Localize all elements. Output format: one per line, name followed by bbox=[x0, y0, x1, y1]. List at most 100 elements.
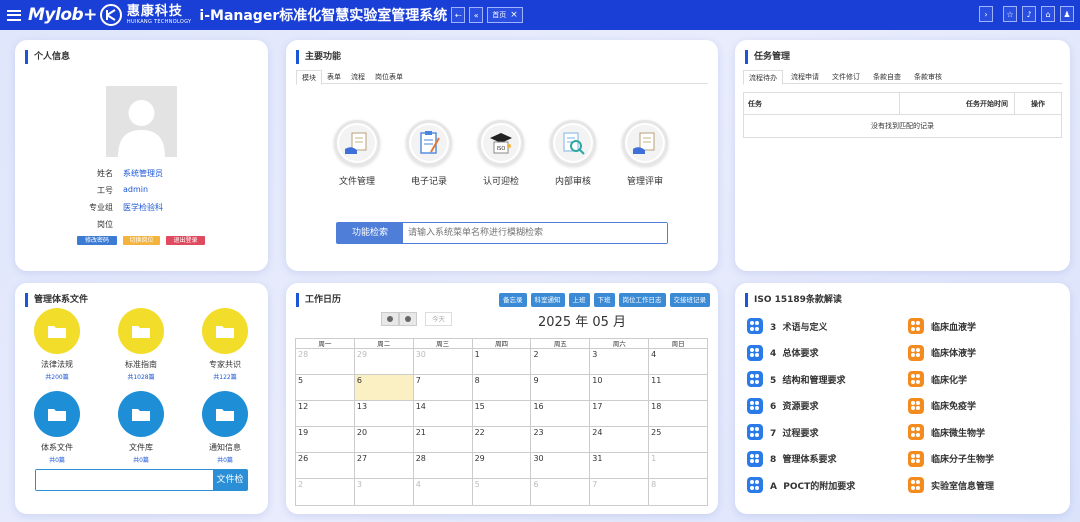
calendar-day[interactable]: 24 bbox=[590, 427, 650, 452]
iso-clause-left[interactable]: A POCT的附加要求 bbox=[747, 477, 855, 493]
bell-icon[interactable]: ♪ bbox=[1022, 6, 1036, 22]
iso-clause-right[interactable]: 临床微生物学 bbox=[908, 424, 985, 440]
tab-apply[interactable]: 流程申请 bbox=[786, 70, 824, 83]
calendar-day-today[interactable]: 6 bbox=[354, 375, 414, 400]
today-button[interactable]: 今天 bbox=[425, 312, 452, 326]
logout-button[interactable]: 退出登录 bbox=[166, 236, 205, 245]
internal-audit-button[interactable]: 内部审核 bbox=[548, 120, 598, 187]
calendar-day[interactable]: 28 bbox=[414, 453, 473, 478]
column-header[interactable]: 操作 bbox=[1015, 93, 1061, 114]
doc-library[interactable]: 文件库 共0篇 bbox=[111, 391, 171, 464]
tab-process[interactable]: 流程 bbox=[346, 70, 370, 83]
calendar-day[interactable]: 27 bbox=[355, 453, 414, 478]
calendar-day[interactable]: 29 bbox=[355, 349, 414, 374]
calendar-day[interactable]: 7 bbox=[414, 375, 473, 400]
calendar-day[interactable]: 15 bbox=[473, 401, 532, 426]
doc-laws[interactable]: 法律法规 共200篇 bbox=[27, 308, 87, 381]
calendar-day[interactable]: 1 bbox=[649, 453, 707, 478]
home-icon[interactable]: ⌂ bbox=[1041, 6, 1055, 22]
menu-icon[interactable] bbox=[7, 9, 21, 21]
calendar-day[interactable]: 5 bbox=[296, 375, 355, 400]
iso-clause-right[interactable]: 临床体液学 bbox=[908, 344, 976, 361]
calendar-day[interactable]: 14 bbox=[414, 401, 473, 426]
back-icon[interactable]: ⇠ bbox=[451, 7, 466, 23]
doc-standards[interactable]: 标准指南 共1028篇 bbox=[111, 308, 171, 381]
management-review-button[interactable]: 管理评审 bbox=[620, 120, 670, 187]
tab-home[interactable]: 首页 × bbox=[487, 7, 523, 23]
calendar-day[interactable]: 19 bbox=[296, 427, 355, 452]
tab-post-form[interactable]: 岗位表单 bbox=[370, 70, 408, 83]
calendar-day[interactable]: 28 bbox=[296, 349, 355, 374]
calendar-day[interactable]: 2 bbox=[296, 479, 355, 505]
iso-clause-right[interactable]: 临床化学 bbox=[908, 371, 967, 387]
accreditation-button[interactable]: ISO 认可迎检 bbox=[476, 120, 526, 187]
tab-scroll-left-icon[interactable]: « bbox=[469, 7, 484, 23]
calendar-day[interactable]: 3 bbox=[355, 479, 414, 505]
calendar-day[interactable]: 21 bbox=[414, 427, 473, 452]
change-password-button[interactable]: 修改密码 bbox=[77, 236, 117, 245]
calendar-day[interactable]: 10 bbox=[590, 375, 650, 400]
handover-button[interactable]: 交接班记录 bbox=[669, 293, 710, 307]
calendar-day[interactable]: 26 bbox=[296, 453, 355, 478]
calendar-day[interactable]: 9 bbox=[531, 375, 591, 400]
iso-clause-left[interactable]: 6 资源要求 bbox=[747, 397, 819, 414]
e-record-button[interactable]: 电子记录 bbox=[404, 120, 454, 187]
calendar-day[interactable]: 18 bbox=[649, 401, 707, 426]
doc-notices[interactable]: 通知信息 共0篇 bbox=[195, 391, 255, 464]
column-header[interactable]: 任务 bbox=[744, 93, 900, 114]
tab-clause-audit[interactable]: 条款审核 bbox=[909, 70, 947, 83]
iso-clause-right[interactable]: 临床免疫学 bbox=[908, 397, 976, 414]
switch-post-button[interactable]: 切换岗位 bbox=[123, 236, 160, 245]
calendar-day[interactable]: 13 bbox=[355, 401, 414, 426]
dept-notice-button[interactable]: 科室通知 bbox=[530, 293, 565, 307]
tab-module[interactable]: 模块 bbox=[296, 70, 322, 85]
work-log-button[interactable]: 岗位工作日志 bbox=[618, 293, 666, 307]
next-month-icon[interactable] bbox=[399, 312, 417, 326]
function-search-input[interactable] bbox=[403, 223, 667, 243]
calendar-day[interactable]: 17 bbox=[590, 401, 650, 426]
tab-self-check[interactable]: 条款自查 bbox=[868, 70, 906, 83]
calendar-day[interactable]: 8 bbox=[649, 479, 707, 505]
doc-system[interactable]: 体系文件 共0篇 bbox=[27, 391, 87, 464]
calendar-day[interactable]: 2 bbox=[531, 349, 591, 374]
clock-out-button[interactable]: 下班 bbox=[593, 293, 615, 307]
calendar-day[interactable]: 23 bbox=[531, 427, 591, 452]
calendar-day[interactable]: 8 bbox=[473, 375, 532, 400]
user-icon[interactable]: ♟ bbox=[1060, 6, 1074, 22]
calendar-day[interactable]: 12 bbox=[296, 401, 355, 426]
calendar-day[interactable]: 20 bbox=[355, 427, 414, 452]
doc-search-button[interactable]: 文件检索 bbox=[213, 470, 247, 505]
iso-clause-left[interactable]: 7 过程要求 bbox=[747, 424, 819, 440]
tab-revision[interactable]: 文件修订 bbox=[827, 70, 865, 83]
calendar-day[interactable]: 25 bbox=[649, 427, 707, 452]
calendar-day[interactable]: 30 bbox=[531, 453, 591, 478]
calendar-day[interactable]: 31 bbox=[590, 453, 650, 478]
calendar-day[interactable]: 16 bbox=[531, 401, 591, 426]
calendar-day[interactable]: 4 bbox=[649, 349, 707, 374]
star-icon[interactable]: ☆ bbox=[1003, 6, 1017, 22]
doc-consensus[interactable]: 专家共识 共122篇 bbox=[195, 308, 255, 381]
iso-clause-right[interactable]: 实验室信息管理 bbox=[908, 477, 994, 493]
calendar-day[interactable]: 7 bbox=[590, 479, 650, 505]
calendar-day[interactable]: 6 bbox=[531, 479, 591, 505]
column-header[interactable]: 任务开始时间 bbox=[900, 93, 1015, 114]
iso-clause-right[interactable]: 临床血液学 bbox=[908, 318, 976, 334]
iso-clause-right[interactable]: 临床分子生物学 bbox=[908, 450, 994, 467]
tab-form[interactable]: 表单 bbox=[322, 70, 346, 83]
prev-month-icon[interactable] bbox=[381, 312, 399, 326]
calendar-day[interactable]: 3 bbox=[590, 349, 650, 374]
calendar-day[interactable]: 29 bbox=[473, 453, 532, 478]
tab-pending[interactable]: 流程待办 bbox=[743, 70, 783, 85]
calendar-day[interactable]: 4 bbox=[414, 479, 473, 505]
file-management-button[interactable]: 文件管理 bbox=[332, 120, 382, 187]
function-search-button[interactable]: 功能检索 bbox=[337, 223, 403, 243]
calendar-day[interactable]: 11 bbox=[649, 375, 707, 400]
iso-clause-left[interactable]: 8 管理体系要求 bbox=[747, 450, 837, 467]
calendar-day[interactable]: 22 bbox=[473, 427, 532, 452]
calendar-day[interactable]: 1 bbox=[473, 349, 532, 374]
calendar-day[interactable]: 5 bbox=[473, 479, 532, 505]
tab-scroll-right-icon[interactable]: › bbox=[979, 6, 993, 22]
iso-clause-left[interactable]: 5 结构和管理要求 bbox=[747, 371, 846, 387]
iso-clause-left[interactable]: 3 术语与定义 bbox=[747, 318, 828, 334]
close-icon[interactable]: × bbox=[510, 10, 518, 20]
